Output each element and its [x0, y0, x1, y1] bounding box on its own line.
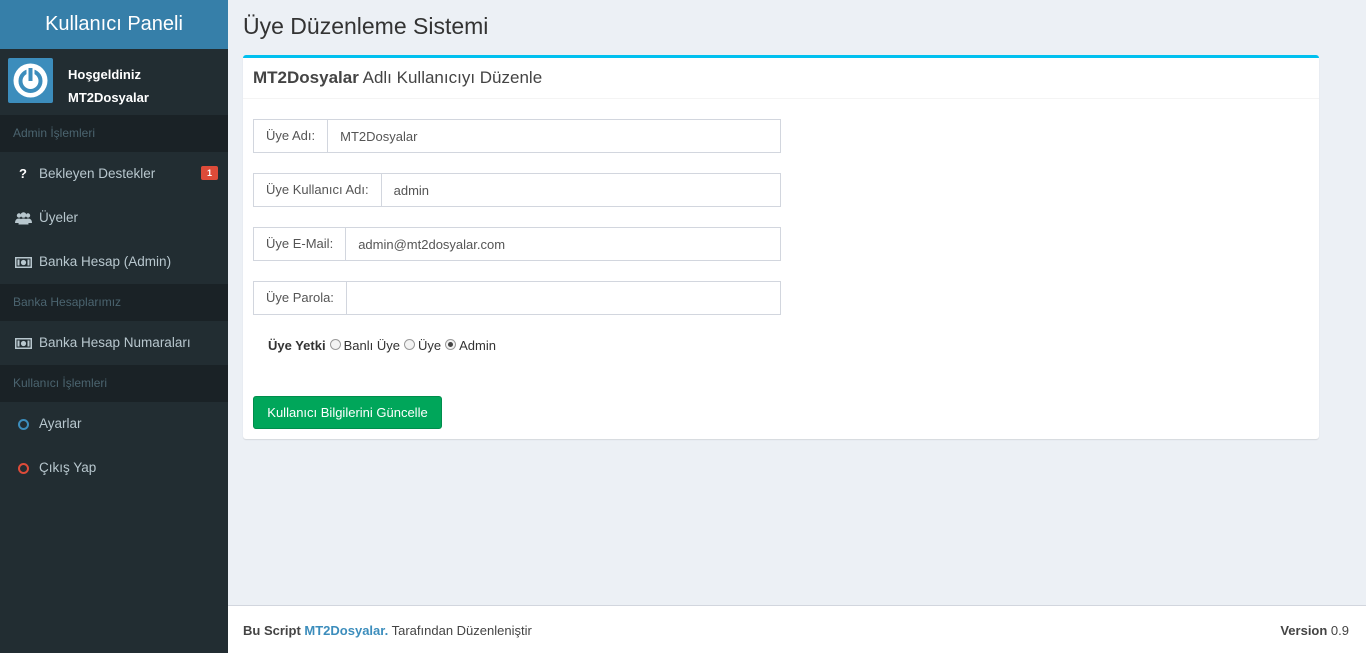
sidebar-item-bank-admin[interactable]: Banka Hesap (Admin) — [0, 240, 228, 284]
box-title-username: MT2Dosyalar — [253, 68, 359, 87]
username-label: Üye Kullanıcı Adı: — [254, 174, 382, 206]
menu-header-admin: Admin İşlemleri — [0, 115, 228, 152]
money-icon — [14, 240, 32, 284]
radio-admin-label: Admin — [459, 338, 496, 353]
radio-banned-label: Banlı Üye — [343, 338, 400, 353]
sidebar-item-label: Ayarlar — [39, 416, 82, 431]
username-text: MT2Dosyalar — [68, 90, 149, 105]
username-input[interactable] — [381, 174, 780, 206]
page-title: Üye Düzenleme Sistemi — [243, 13, 489, 39]
password-input[interactable] — [346, 282, 780, 314]
footer-link[interactable]: MT2Dosyalar. — [304, 623, 388, 638]
users-icon — [14, 196, 32, 240]
email-input[interactable] — [346, 228, 780, 260]
radio-member[interactable] — [403, 339, 415, 350]
sidebar: Kullanıcı Paneli Hoşgeldiniz MT2Dosyalar… — [0, 0, 228, 653]
email-field-group: Üye E-Mail: — [253, 227, 781, 261]
password-field-group: Üye Parola: — [253, 281, 781, 315]
welcome-text: Hoşgeldiniz — [68, 67, 141, 82]
radio-member-label: Üye — [417, 338, 442, 353]
version-label: Version — [1280, 623, 1328, 638]
password-label: Üye Parola: — [254, 282, 347, 314]
sidebar-item-pending-support[interactable]: ? Bekleyen Destekler 1 — [0, 152, 228, 196]
update-user-button[interactable]: Kullanıcı Bilgilerini Güncelle — [253, 396, 442, 429]
permission-option-banned[interactable]: Banlı Üye — [329, 338, 400, 353]
sidebar-item-label: Üyeler — [39, 210, 79, 225]
permission-option-admin[interactable]: Admin — [445, 338, 496, 353]
edit-user-box: MT2Dosyalar Adlı Kullanıcıyı Düzenle Üye… — [243, 55, 1319, 439]
circle-icon — [14, 402, 32, 446]
email-label: Üye E-Mail: — [254, 228, 347, 260]
sidebar-item-settings[interactable]: Ayarlar — [0, 402, 228, 446]
sidebar-item-label: Bekleyen Destekler — [39, 166, 156, 181]
sidebar-item-members[interactable]: Üyeler — [0, 196, 228, 240]
question-icon: ? — [19, 166, 27, 181]
footer-prefix: Bu Script — [243, 623, 305, 638]
footer: Bu Script MT2Dosyalar. Tarafından Düzenl… — [228, 605, 1366, 653]
name-field-group: Üye Adı: — [253, 119, 781, 153]
permission-label: Üye Yetki — [268, 338, 326, 353]
box-header: MT2Dosyalar Adlı Kullanıcıyı Düzenle — [243, 58, 1319, 99]
user-panel: Hoşgeldiniz MT2Dosyalar — [0, 49, 228, 115]
permission-option-member[interactable]: Üye — [403, 338, 442, 353]
sidebar-item-label: Çıkış Yap — [39, 460, 97, 475]
username-field-group: Üye Kullanıcı Adı: — [253, 173, 781, 207]
version-value: 0.9 — [1327, 623, 1349, 638]
box-title-text: Adlı Kullanıcıyı Düzenle — [358, 68, 543, 87]
radio-admin[interactable] — [445, 339, 457, 350]
brand-logo[interactable]: Kullanıcı Paneli — [0, 0, 228, 49]
sidebar-item-label: Banka Hesap Numaraları — [39, 335, 191, 350]
user-info: Hoşgeldiniz MT2Dosyalar — [68, 63, 149, 109]
avatar — [8, 58, 53, 103]
menu-header-user: Kullanıcı İşlemleri — [0, 365, 228, 402]
permission-row: Üye Yetki Banlı Üye Üye Admin — [268, 338, 500, 353]
notification-badge: 1 — [200, 166, 218, 180]
circle-icon — [14, 446, 32, 490]
version-info: Version 0.9 — [1280, 606, 1349, 653]
sidebar-item-label: Banka Hesap (Admin) — [39, 254, 172, 269]
power-icon — [13, 63, 48, 98]
menu-header-bank: Banka Hesaplarımız — [0, 284, 228, 321]
name-input[interactable] — [328, 120, 780, 152]
main-content: Üye Düzenleme Sistemi MT2Dosyalar Adlı K… — [228, 0, 1366, 605]
sidebar-item-logout[interactable]: Çıkış Yap — [0, 446, 228, 490]
footer-suffix: Tarafından Düzenleniştir — [388, 623, 532, 638]
radio-banned[interactable] — [329, 339, 341, 350]
sidebar-item-bank-numbers[interactable]: Banka Hesap Numaraları — [0, 321, 228, 365]
name-label: Üye Adı: — [254, 120, 329, 152]
money-icon — [14, 321, 32, 365]
